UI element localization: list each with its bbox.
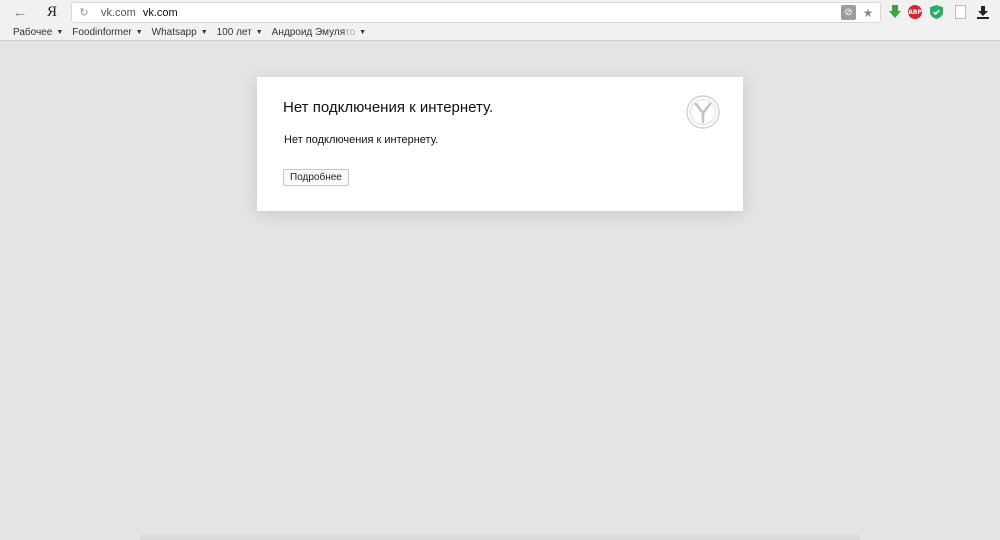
bookmark-label: Рабочее — [13, 27, 53, 38]
downloads-icon[interactable] — [974, 4, 992, 20]
adblock-label: ABP — [908, 5, 922, 19]
bookmark-folder[interactable]: Рабочее ▼ — [13, 27, 63, 38]
error-message: Нет подключения к интернету. — [284, 134, 439, 146]
bookmark-folder[interactable]: Андроид Эмуля то ▼ — [272, 27, 366, 38]
bookmark-folder[interactable]: Whatsapp ▼ — [152, 27, 208, 38]
caret-down-icon: ▼ — [135, 29, 143, 36]
yandex-logo-button[interactable]: Я — [42, 2, 62, 23]
browser-toolbar: ← Я ↻ vk.com vk.com ⊘ ★ ABP — [0, 0, 1000, 25]
bookmark-label: Whatsapp — [151, 27, 197, 38]
error-card: Нет подключения к интернету. Нет подключ… — [257, 77, 743, 211]
yandex-browser-logo-icon — [686, 95, 720, 129]
page-icon[interactable] — [953, 4, 968, 20]
adblock-icon[interactable]: ABP — [907, 4, 923, 20]
bookmark-label: Foodinformer — [72, 27, 132, 38]
protect-icon[interactable]: ⊘ — [841, 5, 856, 20]
shield-icon[interactable] — [928, 4, 944, 20]
bookmark-label: Андроид Эмуля — [271, 27, 346, 38]
caret-down-icon: ▼ — [255, 29, 263, 36]
star-icon[interactable]: ★ — [860, 6, 876, 20]
bookmarks-bar: Рабочее ▼ Foodinformer ▼ Whatsapp ▼ 100 лет… — [0, 25, 1000, 41]
bottom-shadow — [140, 532, 860, 540]
bookmark-label: 100 лет — [216, 27, 252, 38]
bookmark-label-faded: то — [345, 27, 356, 38]
back-arrow-icon[interactable]: ← — [9, 2, 31, 23]
details-button[interactable]: Подробнее — [283, 169, 349, 186]
bookmark-folder[interactable]: 100 лет ▼ — [217, 27, 263, 38]
bookmark-folder[interactable]: Foodinformer ▼ — [72, 27, 142, 38]
error-title: Нет подключения к интернету. — [283, 99, 494, 116]
address-bar[interactable]: ↻ vk.com vk.com ⊘ ★ — [71, 2, 881, 23]
address-host: vk.com — [101, 6, 136, 19]
reload-icon[interactable]: ↻ — [73, 6, 95, 19]
address-domain[interactable]: vk.com — [143, 7, 178, 19]
caret-down-icon: ▼ — [56, 29, 64, 36]
caret-down-icon: ▼ — [359, 29, 367, 36]
download-arrow-icon[interactable] — [887, 4, 903, 20]
caret-down-icon: ▼ — [200, 29, 208, 36]
